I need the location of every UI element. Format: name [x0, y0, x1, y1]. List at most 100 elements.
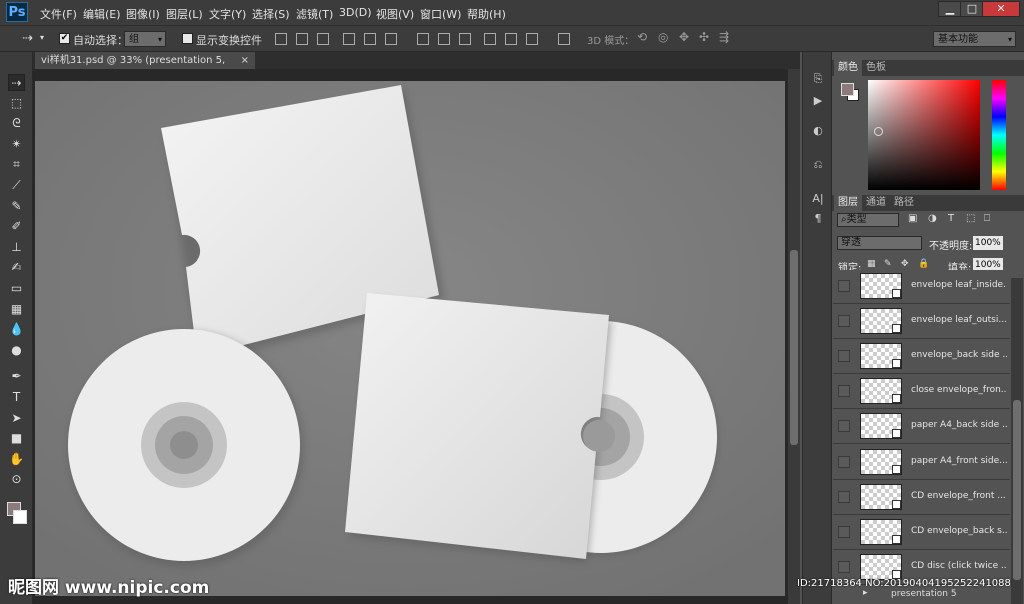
- lasso-icon[interactable]: ᘓ: [8, 115, 25, 132]
- zoom-icon[interactable]: ⊙: [8, 471, 25, 488]
- type-icon[interactable]: T: [8, 389, 25, 406]
- align-right-icon[interactable]: [385, 33, 397, 45]
- distribute-hcenter-icon[interactable]: [505, 33, 517, 45]
- gradient-icon[interactable]: ▦: [8, 301, 25, 318]
- adjustments-icon[interactable]: ◐: [811, 124, 825, 138]
- layer-row[interactable]: CD envelope_back s...: [833, 515, 1010, 550]
- history-icon[interactable]: ⎘: [811, 72, 825, 86]
- auto-select-dropdown[interactable]: 组 ▾: [124, 31, 166, 47]
- lock-image-icon[interactable]: ✎: [884, 259, 892, 269]
- distribute-right-icon[interactable]: [526, 33, 538, 45]
- layer-row[interactable]: envelope leaf_inside...: [833, 270, 1010, 304]
- menu-edit[interactable]: 编辑(E): [83, 6, 121, 22]
- dodge-icon[interactable]: ●: [8, 342, 25, 359]
- color-picker-field[interactable]: [868, 80, 980, 190]
- minimize-button[interactable]: ▁: [938, 1, 962, 17]
- hue-slider[interactable]: [992, 80, 1006, 190]
- character-icon[interactable]: A|: [811, 192, 825, 206]
- pen-icon[interactable]: ✒: [8, 368, 25, 385]
- rectangle-icon[interactable]: ■: [8, 430, 25, 447]
- actions-icon[interactable]: ▶: [811, 94, 825, 108]
- visibility-toggle[interactable]: [838, 560, 850, 573]
- distribute-top-icon[interactable]: [417, 33, 429, 45]
- menu-file[interactable]: 文件(F): [40, 6, 77, 22]
- menu-help[interactable]: 帮助(H): [467, 6, 506, 22]
- tab-swatches[interactable]: 色板: [862, 60, 890, 76]
- picker-cursor[interactable]: [874, 127, 883, 136]
- document-tab[interactable]: vi样机31.psd @ 33% (presentation 5, RGB/8)…: [35, 52, 255, 83]
- path-select-icon[interactable]: ➤: [8, 410, 25, 427]
- foreground-color-swatch[interactable]: [841, 83, 854, 96]
- menu-filter[interactable]: 滤镜(T): [296, 6, 333, 22]
- align-bottom-icon[interactable]: [317, 33, 329, 45]
- maximize-button[interactable]: □: [960, 1, 984, 17]
- show-transform-checkbox[interactable]: [182, 33, 193, 44]
- visibility-toggle[interactable]: [838, 490, 850, 503]
- visibility-toggle[interactable]: [838, 420, 850, 433]
- menu-select[interactable]: 选择(S): [252, 6, 290, 22]
- filter-adjust-icon[interactable]: ◑: [928, 213, 937, 224]
- visibility-toggle[interactable]: [838, 350, 850, 363]
- 3d-scale-icon[interactable]: ⇶: [719, 30, 729, 44]
- eraser-icon[interactable]: ▭: [8, 280, 25, 297]
- layer-row[interactable]: paper A4_front side...: [833, 445, 1010, 480]
- auto-align-icon[interactable]: [558, 33, 570, 45]
- eyedropper-icon[interactable]: ⟋: [8, 177, 25, 194]
- layer-row[interactable]: CD envelope_front ...: [833, 480, 1010, 515]
- auto-select-checkbox[interactable]: ✔: [59, 33, 70, 44]
- visibility-toggle[interactable]: [838, 455, 850, 468]
- workspace-dropdown[interactable]: 基本功能 ▾: [933, 31, 1016, 47]
- layer-row[interactable]: close envelope_fron...: [833, 375, 1010, 410]
- visibility-toggle[interactable]: [838, 525, 850, 538]
- menu-image[interactable]: 图像(I): [126, 6, 160, 22]
- 3d-slide-icon[interactable]: ✣: [699, 30, 709, 44]
- menu-type[interactable]: 文字(Y): [209, 6, 246, 22]
- 3d-roll-icon[interactable]: ◎: [658, 30, 668, 44]
- distribute-vcenter-icon[interactable]: [438, 33, 450, 45]
- scrollbar-thumb[interactable]: [790, 250, 798, 445]
- align-hcenter-icon[interactable]: [364, 33, 376, 45]
- blur-icon[interactable]: 💧: [8, 321, 25, 338]
- opacity-input[interactable]: 100%: [973, 236, 1003, 250]
- tab-paths[interactable]: 路径: [890, 195, 918, 211]
- healing-brush-icon[interactable]: ✎: [8, 198, 25, 215]
- close-window-button[interactable]: ✕: [982, 1, 1020, 17]
- menu-layer[interactable]: 图层(L): [166, 6, 203, 22]
- menu-view[interactable]: 视图(V): [376, 6, 414, 22]
- tab-channels[interactable]: 通道: [862, 195, 890, 211]
- magic-wand-icon[interactable]: ✴: [8, 136, 25, 153]
- visibility-toggle[interactable]: [838, 315, 850, 328]
- visibility-toggle[interactable]: [838, 385, 850, 398]
- lock-position-icon[interactable]: ✥: [901, 259, 909, 269]
- marquee-icon[interactable]: ⬚: [8, 95, 25, 112]
- align-top-icon[interactable]: [275, 33, 287, 45]
- layers-scroll-thumb[interactable]: [1013, 400, 1021, 580]
- distribute-left-icon[interactable]: [484, 33, 496, 45]
- menu-3d[interactable]: 3D(D): [339, 6, 372, 19]
- brush-icon[interactable]: ✐: [8, 218, 25, 235]
- blend-mode-dropdown[interactable]: 穿透: [837, 236, 922, 250]
- clone-stamp-icon[interactable]: ⊥: [8, 239, 25, 256]
- background-swatch-tool[interactable]: [13, 510, 27, 524]
- distribute-bottom-icon[interactable]: [459, 33, 471, 45]
- close-tab-icon[interactable]: ×: [241, 52, 249, 69]
- crop-icon[interactable]: ⌗: [8, 156, 25, 173]
- filter-pixel-icon[interactable]: ▣: [908, 213, 917, 224]
- align-vcenter-icon[interactable]: [296, 33, 308, 45]
- visibility-toggle[interactable]: [838, 280, 850, 292]
- menu-window[interactable]: 窗口(W): [420, 6, 461, 22]
- move-tool-preset-icon[interactable]: ⇢: [22, 31, 33, 46]
- layer-filter-dropdown[interactable]: ⌕类型: [837, 213, 899, 227]
- lock-all-icon[interactable]: 🔒: [918, 259, 929, 269]
- filter-smartobject-icon[interactable]: ⎕: [984, 213, 990, 224]
- hand-icon[interactable]: ✋: [8, 451, 25, 468]
- move-icon[interactable]: ⇢: [8, 74, 25, 91]
- lock-transparent-icon[interactable]: ▦: [867, 259, 876, 269]
- document-canvas[interactable]: [35, 81, 785, 596]
- tab-layers[interactable]: 图层: [834, 195, 862, 211]
- align-left-icon[interactable]: [343, 33, 355, 45]
- history-brush-icon[interactable]: ✍: [8, 259, 25, 276]
- 3d-rotate-icon[interactable]: ⟲: [637, 30, 647, 44]
- 3d-pan-icon[interactable]: ✥: [679, 30, 689, 44]
- tab-color[interactable]: 颜色: [834, 60, 862, 76]
